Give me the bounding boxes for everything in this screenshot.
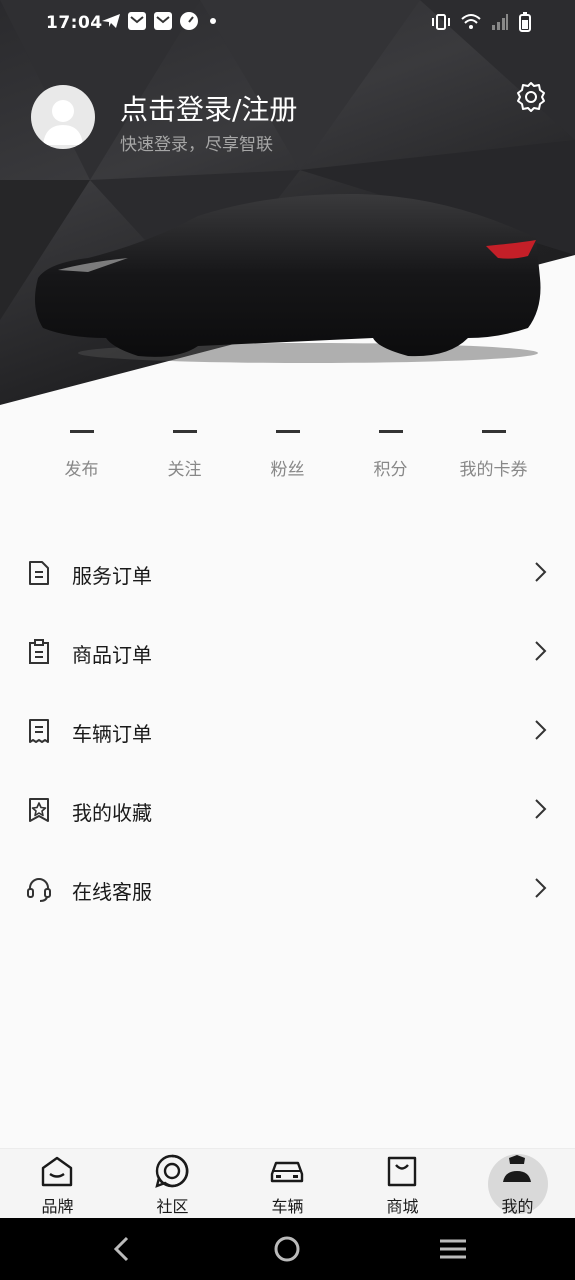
stat-label: 我的卡券: [459, 460, 528, 480]
tab-label: 品牌: [41, 1197, 74, 1216]
profile-icon: [503, 1155, 531, 1182]
tab-brand[interactable]: 品牌: [0, 1149, 115, 1219]
stat-label: 关注: [167, 460, 202, 480]
vibrate-icon: [432, 14, 450, 30]
status-time: 17:04: [46, 13, 103, 33]
menu-item-favorites[interactable]: 我的收藏: [0, 770, 575, 849]
stat-label: 发布: [64, 460, 99, 480]
stat-value: [481, 430, 506, 433]
menu-item-vehicle-orders[interactable]: 车辆订单: [0, 691, 575, 770]
tab-label: 商城: [386, 1197, 419, 1216]
tab-shop[interactable]: 商城: [345, 1149, 460, 1219]
tab-label: 车辆: [271, 1197, 304, 1216]
menu-list: 服务订单 商品订单 车辆订单 我的收藏 在线客服: [0, 533, 575, 928]
chevron-right-icon: [535, 720, 547, 740]
stat-label: 积分: [373, 460, 408, 480]
menu-item-label: 在线客服: [72, 880, 152, 904]
stat-followers[interactable]: 粉丝: [236, 418, 339, 488]
menu-item-label: 商品订单: [72, 643, 152, 667]
system-navigation-bar: [0, 1218, 575, 1280]
car-silhouette-image: [34, 193, 541, 363]
community-icon: [155, 1154, 189, 1188]
tab-vehicles[interactable]: 车辆: [230, 1149, 345, 1219]
stat-posts[interactable]: 发布: [30, 418, 133, 488]
receipt-icon: [29, 719, 49, 743]
home-icon: [41, 1156, 73, 1187]
stat-coupons[interactable]: 我的卡券: [442, 418, 545, 488]
stat-value: [69, 430, 94, 433]
avatar[interactable]: [31, 85, 95, 149]
stat-value: [378, 430, 403, 433]
menu-item-label: 服务订单: [72, 564, 152, 588]
stat-value: [275, 430, 300, 433]
telegram-icon: [102, 14, 120, 28]
stats-row: 发布 关注 粉丝 积分 我的卡券: [0, 418, 575, 488]
chevron-right-icon: [535, 641, 547, 661]
car-icon: [270, 1161, 304, 1183]
chevron-right-icon: [535, 562, 547, 582]
star-bookmark-icon: [29, 798, 49, 822]
stat-value: [172, 430, 197, 433]
tab-label: 社区: [156, 1197, 189, 1216]
chevron-right-icon: [535, 878, 547, 898]
bottom-tab-bar: 品牌 社区 车辆 商城 我的: [0, 1148, 575, 1219]
menu-item-label: 车辆订单: [72, 722, 152, 746]
login-title[interactable]: 点击登录/注册: [120, 88, 297, 128]
stat-points[interactable]: 积分: [339, 418, 442, 488]
tab-label: 我的: [501, 1197, 534, 1216]
gear-icon[interactable]: [514, 80, 548, 114]
menu-item-service-orders[interactable]: 服务订单: [0, 533, 575, 612]
mail-icon: [128, 12, 146, 30]
clipboard-icon: [29, 639, 49, 664]
tab-mine[interactable]: 我的: [460, 1149, 575, 1219]
stat-label: 粉丝: [270, 460, 305, 480]
stat-following[interactable]: 关注: [133, 418, 236, 488]
signal-icon: [492, 14, 508, 30]
recent-apps-icon[interactable]: [436, 1232, 470, 1266]
home-button-icon[interactable]: [270, 1232, 304, 1266]
mail-icon: [154, 12, 172, 30]
menu-item-product-orders[interactable]: 商品订单: [0, 612, 575, 691]
dot-icon: [210, 18, 216, 24]
back-icon[interactable]: [105, 1232, 139, 1266]
menu-item-customer-service[interactable]: 在线客服: [0, 849, 575, 928]
document-icon: [29, 561, 49, 585]
chevron-right-icon: [535, 799, 547, 819]
headset-icon: [27, 878, 51, 902]
menu-item-label: 我的收藏: [72, 801, 152, 825]
login-subtitle: 快速登录，尽享智联: [120, 135, 273, 155]
status-bar: 17:04: [0, 0, 575, 46]
tab-community[interactable]: 社区: [115, 1149, 230, 1219]
shopping-bag-icon: [387, 1156, 417, 1187]
battery-icon: [519, 12, 531, 32]
wifi-icon: [461, 14, 481, 29]
user-placeholder-icon: [43, 100, 83, 145]
speedometer-icon: [180, 12, 198, 30]
